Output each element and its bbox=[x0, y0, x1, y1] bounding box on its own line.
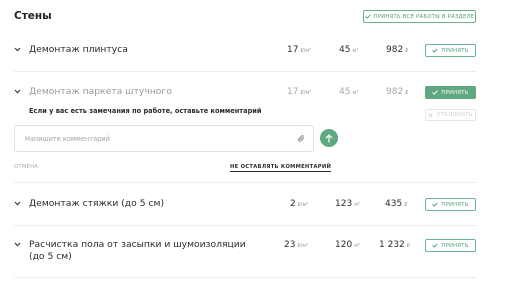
unit-price: 23 ₽/м² bbox=[284, 240, 309, 250]
accept-button[interactable]: Принять bbox=[425, 239, 476, 252]
check-icon bbox=[432, 90, 439, 95]
unit-price: 17 ₽/м² bbox=[287, 45, 312, 55]
accept-all-button[interactable]: Принять все работы в разделе bbox=[363, 10, 476, 23]
area-value: 45 м² bbox=[339, 45, 359, 55]
comment-box bbox=[14, 125, 314, 152]
arrow-up-icon bbox=[325, 133, 333, 143]
chevron-down-icon[interactable] bbox=[14, 200, 21, 207]
area-value: 123 м² bbox=[335, 199, 360, 209]
accept-label: Принять bbox=[441, 47, 469, 54]
accept-label: Принять bbox=[441, 201, 469, 208]
total-value: 982 ₽ bbox=[386, 45, 409, 55]
comment-prompt: Если у вас есть замечания по работе, ост… bbox=[29, 107, 262, 115]
work-title: Демонтаж стяжки (до 5 см) bbox=[29, 198, 165, 209]
area-value: 45 м² bbox=[339, 87, 359, 97]
accept-all-label: Принять все работы в разделе bbox=[373, 13, 475, 20]
section-title: Стены bbox=[14, 10, 52, 22]
paperclip-icon[interactable] bbox=[297, 134, 306, 144]
check-icon bbox=[364, 14, 371, 19]
reject-button[interactable]: Отклонить bbox=[425, 109, 476, 121]
send-comment-button[interactable] bbox=[320, 129, 338, 147]
work-title: Расчистка пола от засыпки и шумоизоляции bbox=[29, 239, 246, 250]
check-icon bbox=[432, 243, 439, 248]
accept-button[interactable]: Принять bbox=[425, 198, 476, 211]
cancel-link[interactable]: Отмена bbox=[14, 164, 38, 170]
accept-label: Принять bbox=[441, 242, 469, 249]
row-divider bbox=[14, 71, 476, 72]
close-icon bbox=[428, 112, 434, 118]
work-title-continued: (до 5 см) bbox=[29, 251, 72, 262]
check-icon bbox=[432, 202, 439, 207]
row-divider bbox=[14, 277, 476, 278]
row-divider bbox=[14, 225, 476, 226]
comment-input[interactable] bbox=[25, 133, 285, 145]
work-title: Демонтаж паркета штучного bbox=[29, 86, 172, 97]
accept-button[interactable]: Принять bbox=[425, 86, 476, 99]
area-value: 120 м² bbox=[335, 240, 360, 250]
work-title: Демонтаж плинтуса bbox=[29, 44, 128, 55]
section-header: Стены Принять все работы в разделе bbox=[0, 0, 516, 34]
total-value: 435 ₽ bbox=[385, 199, 408, 209]
unit-price: 2 ₽/м² bbox=[290, 199, 309, 209]
accept-button[interactable]: Принять bbox=[425, 44, 476, 57]
row-divider bbox=[14, 182, 476, 183]
accept-label: Принять bbox=[441, 89, 469, 96]
check-icon bbox=[432, 48, 439, 53]
total-value: 1 232 ₽ bbox=[379, 240, 410, 250]
no-comment-link[interactable]: Не оставлять комментарий bbox=[230, 164, 332, 172]
chevron-down-icon[interactable] bbox=[14, 46, 21, 53]
unit-price: 17 ₽/м² bbox=[287, 87, 312, 97]
chevron-down-icon[interactable] bbox=[14, 241, 21, 248]
total-value: 982 ₽ bbox=[386, 87, 409, 97]
reject-label: Отклонить bbox=[436, 112, 473, 118]
chevron-down-icon[interactable] bbox=[14, 88, 21, 95]
